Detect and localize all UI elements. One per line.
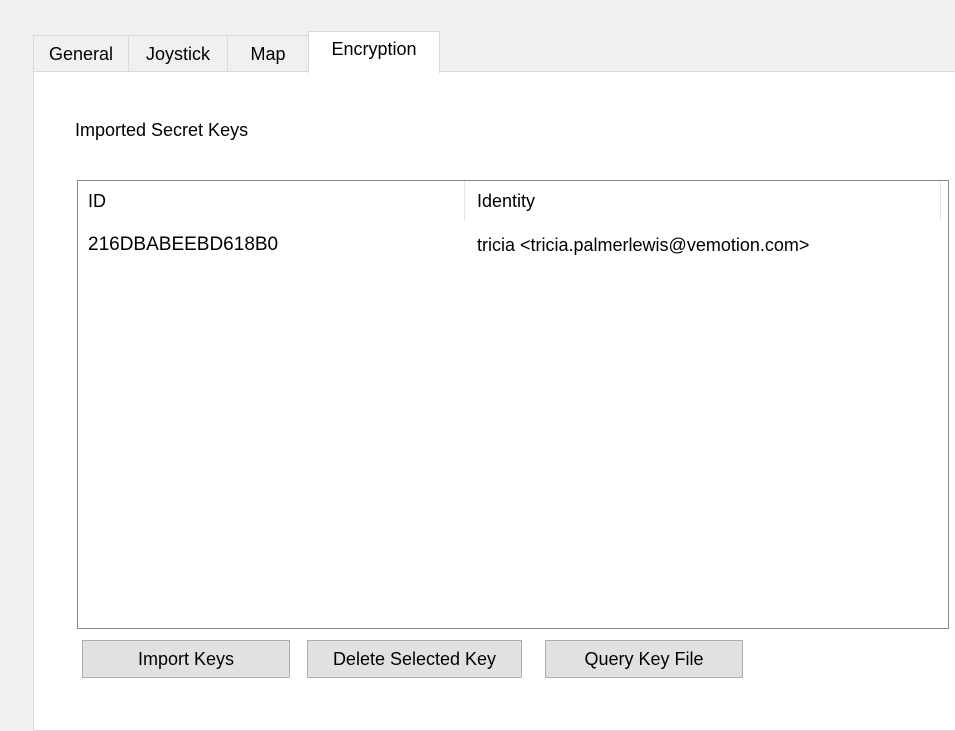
key-identity-cell: tricia <tricia.palmerlewis@vemotion.com>: [477, 234, 810, 255]
secret-keys-list[interactable]: ID Identity 216DBABEEBD618B0 tricia <tri…: [77, 180, 949, 629]
column-header-identity[interactable]: Identity: [465, 181, 941, 221]
key-id-cell: 216DBABEEBD618B0: [88, 234, 279, 255]
query-key-file-button-label: Query Key File: [584, 648, 704, 669]
column-header-id[interactable]: ID: [78, 181, 465, 221]
query-key-file-button[interactable]: Query Key File: [545, 640, 743, 678]
column-header-identity-label: Identity: [477, 190, 536, 211]
table-row[interactable]: 216DBABEEBD618B0 tricia <tricia.palmerle…: [78, 229, 948, 261]
encryption-tab-panel: Imported Secret Keys ID Identity 216DBAB…: [33, 71, 955, 731]
tab-encryption-label: Encryption: [331, 39, 417, 59]
tab-map-label: Map: [250, 43, 286, 64]
delete-selected-key-button-label: Delete Selected Key: [332, 648, 497, 669]
tab-encryption[interactable]: Encryption: [308, 31, 440, 73]
tab-general[interactable]: General: [33, 35, 129, 72]
delete-selected-key-button[interactable]: Delete Selected Key: [307, 640, 522, 678]
import-keys-button[interactable]: Import Keys: [82, 640, 290, 678]
tab-joystick-label: Joystick: [145, 43, 210, 64]
import-keys-button-label: Import Keys: [137, 648, 235, 669]
tab-joystick[interactable]: Joystick: [128, 35, 228, 72]
column-header-id-label: ID: [88, 190, 106, 211]
tab-general-label: General: [48, 43, 114, 64]
tab-strip: General Joystick Map Encryption: [33, 31, 440, 73]
list-header: ID Identity: [78, 181, 948, 221]
tab-map[interactable]: Map: [227, 35, 309, 72]
imported-secret-keys-label: Imported Secret Keys: [75, 120, 249, 140]
